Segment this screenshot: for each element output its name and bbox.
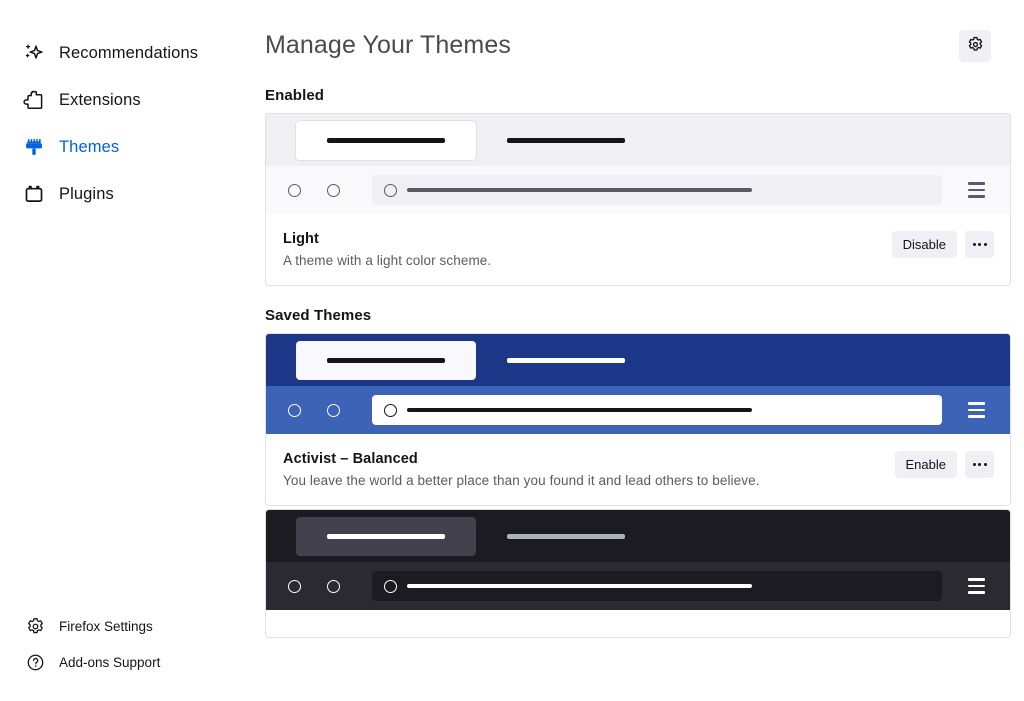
preview-urlbar-shield-icon (384, 183, 397, 197)
sidebar-item-extensions[interactable]: Extensions (10, 80, 243, 120)
page-header: Manage Your Themes (253, 0, 1024, 66)
preview-tabbar (266, 114, 1010, 166)
theme-description: You leave the world a better place than … (283, 473, 760, 488)
puzzle-piece-icon (23, 89, 45, 111)
preview-active-tab (296, 340, 476, 380)
question-circle-icon (26, 653, 45, 672)
sidebar-item-themes[interactable]: Themes (10, 127, 243, 167)
preview-hamburger-menu-icon (962, 402, 990, 418)
themes-list: Enabled Light A theme with a light color… (253, 87, 1024, 638)
sidebar-item-addons-support[interactable]: Add-ons Support (10, 645, 243, 679)
preview-urlbar-text-line (407, 408, 752, 412)
gear-icon (967, 36, 984, 56)
theme-card-info: Light A theme with a light color scheme.… (266, 214, 1010, 285)
settings-gear-button[interactable] (959, 29, 991, 62)
preview-hamburger-menu-icon (962, 578, 990, 594)
theme-preview (266, 114, 1010, 214)
preview-urlbar-text-line (407, 584, 752, 588)
preview-urlbar-shield-icon (384, 579, 397, 593)
preview-back-button-icon (288, 403, 301, 417)
preview-tabbar (266, 510, 1010, 562)
sidebar-footer-label: Firefox Settings (59, 618, 153, 634)
plugin-brick-icon (23, 183, 45, 205)
theme-card-info (266, 610, 1010, 637)
theme-description: A theme with a light color scheme. (283, 253, 492, 268)
preview-tabbar (266, 334, 1010, 386)
theme-card-text: Light A theme with a light color scheme. (283, 230, 491, 268)
preview-back-button-icon (288, 579, 301, 593)
sidebar-item-label: Themes (59, 137, 120, 156)
sidebar-item-recommendations[interactable]: Recommendations (10, 33, 243, 73)
theme-card-dark-partial (265, 509, 1011, 638)
theme-card-actions: Enable (894, 450, 994, 478)
preview-forward-button-icon (327, 579, 340, 593)
addons-manager-window: Recommendations Extensions Themes Plugin… (0, 0, 1024, 701)
theme-preview (266, 334, 1010, 434)
theme-name: Activist – Balanced (283, 451, 418, 467)
preview-navbar (266, 166, 1010, 214)
preview-inactive-tab (476, 121, 656, 160)
sidebar-footer-label: Add-ons Support (59, 654, 161, 670)
sidebar-item-label: Recommendations (59, 43, 199, 62)
sparkle-icon (23, 42, 45, 64)
theme-more-options-button[interactable] (965, 451, 994, 478)
preview-urlbar (372, 571, 942, 601)
theme-card-actions: Disable (891, 230, 994, 258)
sidebar: Recommendations Extensions Themes Plugin… (0, 0, 253, 701)
sidebar-footer: Firefox Settings Add-ons Support (0, 607, 253, 681)
preview-urlbar-text-line (407, 188, 752, 192)
preview-tab-title-line (327, 357, 445, 363)
gear-icon (26, 617, 45, 636)
section-title-enabled: Enabled (265, 87, 325, 104)
preview-urlbar (372, 175, 942, 205)
preview-forward-button-icon (327, 403, 340, 417)
preview-tab-title-line (327, 137, 445, 143)
preview-navbar (266, 386, 1010, 434)
preview-tab-title-line (327, 533, 445, 539)
theme-card-info: Activist – Balanced You leave the world … (266, 434, 1010, 505)
disable-theme-button[interactable]: Disable (891, 231, 957, 258)
theme-name: Light (283, 231, 319, 247)
preview-urlbar (372, 395, 942, 425)
preview-back-button-icon (288, 183, 301, 197)
theme-more-options-button[interactable] (965, 231, 994, 258)
preview-active-tab (296, 120, 476, 160)
theme-card-activist-balanced: Activist – Balanced You leave the world … (265, 333, 1011, 506)
section-title-saved-themes: Saved Themes (265, 307, 372, 324)
preview-active-tab (296, 516, 476, 556)
preview-tab-title-line (507, 533, 625, 539)
preview-urlbar-shield-icon (384, 403, 397, 417)
sidebar-item-label: Extensions (59, 90, 141, 109)
theme-card-enabled: Light A theme with a light color scheme.… (265, 113, 1011, 286)
preview-tab-title-line (507, 357, 625, 363)
preview-inactive-tab (476, 517, 656, 556)
main-content: Manage Your Themes Enabled Light A theme… (253, 0, 1024, 701)
sidebar-item-label: Plugins (59, 184, 114, 203)
preview-navbar (266, 562, 1010, 610)
paintbrush-icon (23, 136, 45, 158)
preview-hamburger-menu-icon (962, 182, 990, 198)
page-title: Manage Your Themes (265, 31, 511, 59)
enable-theme-button[interactable]: Enable (894, 451, 957, 478)
preview-forward-button-icon (327, 183, 340, 197)
sidebar-item-firefox-settings[interactable]: Firefox Settings (10, 609, 243, 643)
sidebar-item-plugins[interactable]: Plugins (10, 174, 243, 214)
preview-tab-title-line (507, 137, 625, 143)
preview-inactive-tab (476, 341, 656, 380)
theme-preview (266, 510, 1010, 610)
theme-card-text: Activist – Balanced You leave the world … (283, 450, 760, 488)
